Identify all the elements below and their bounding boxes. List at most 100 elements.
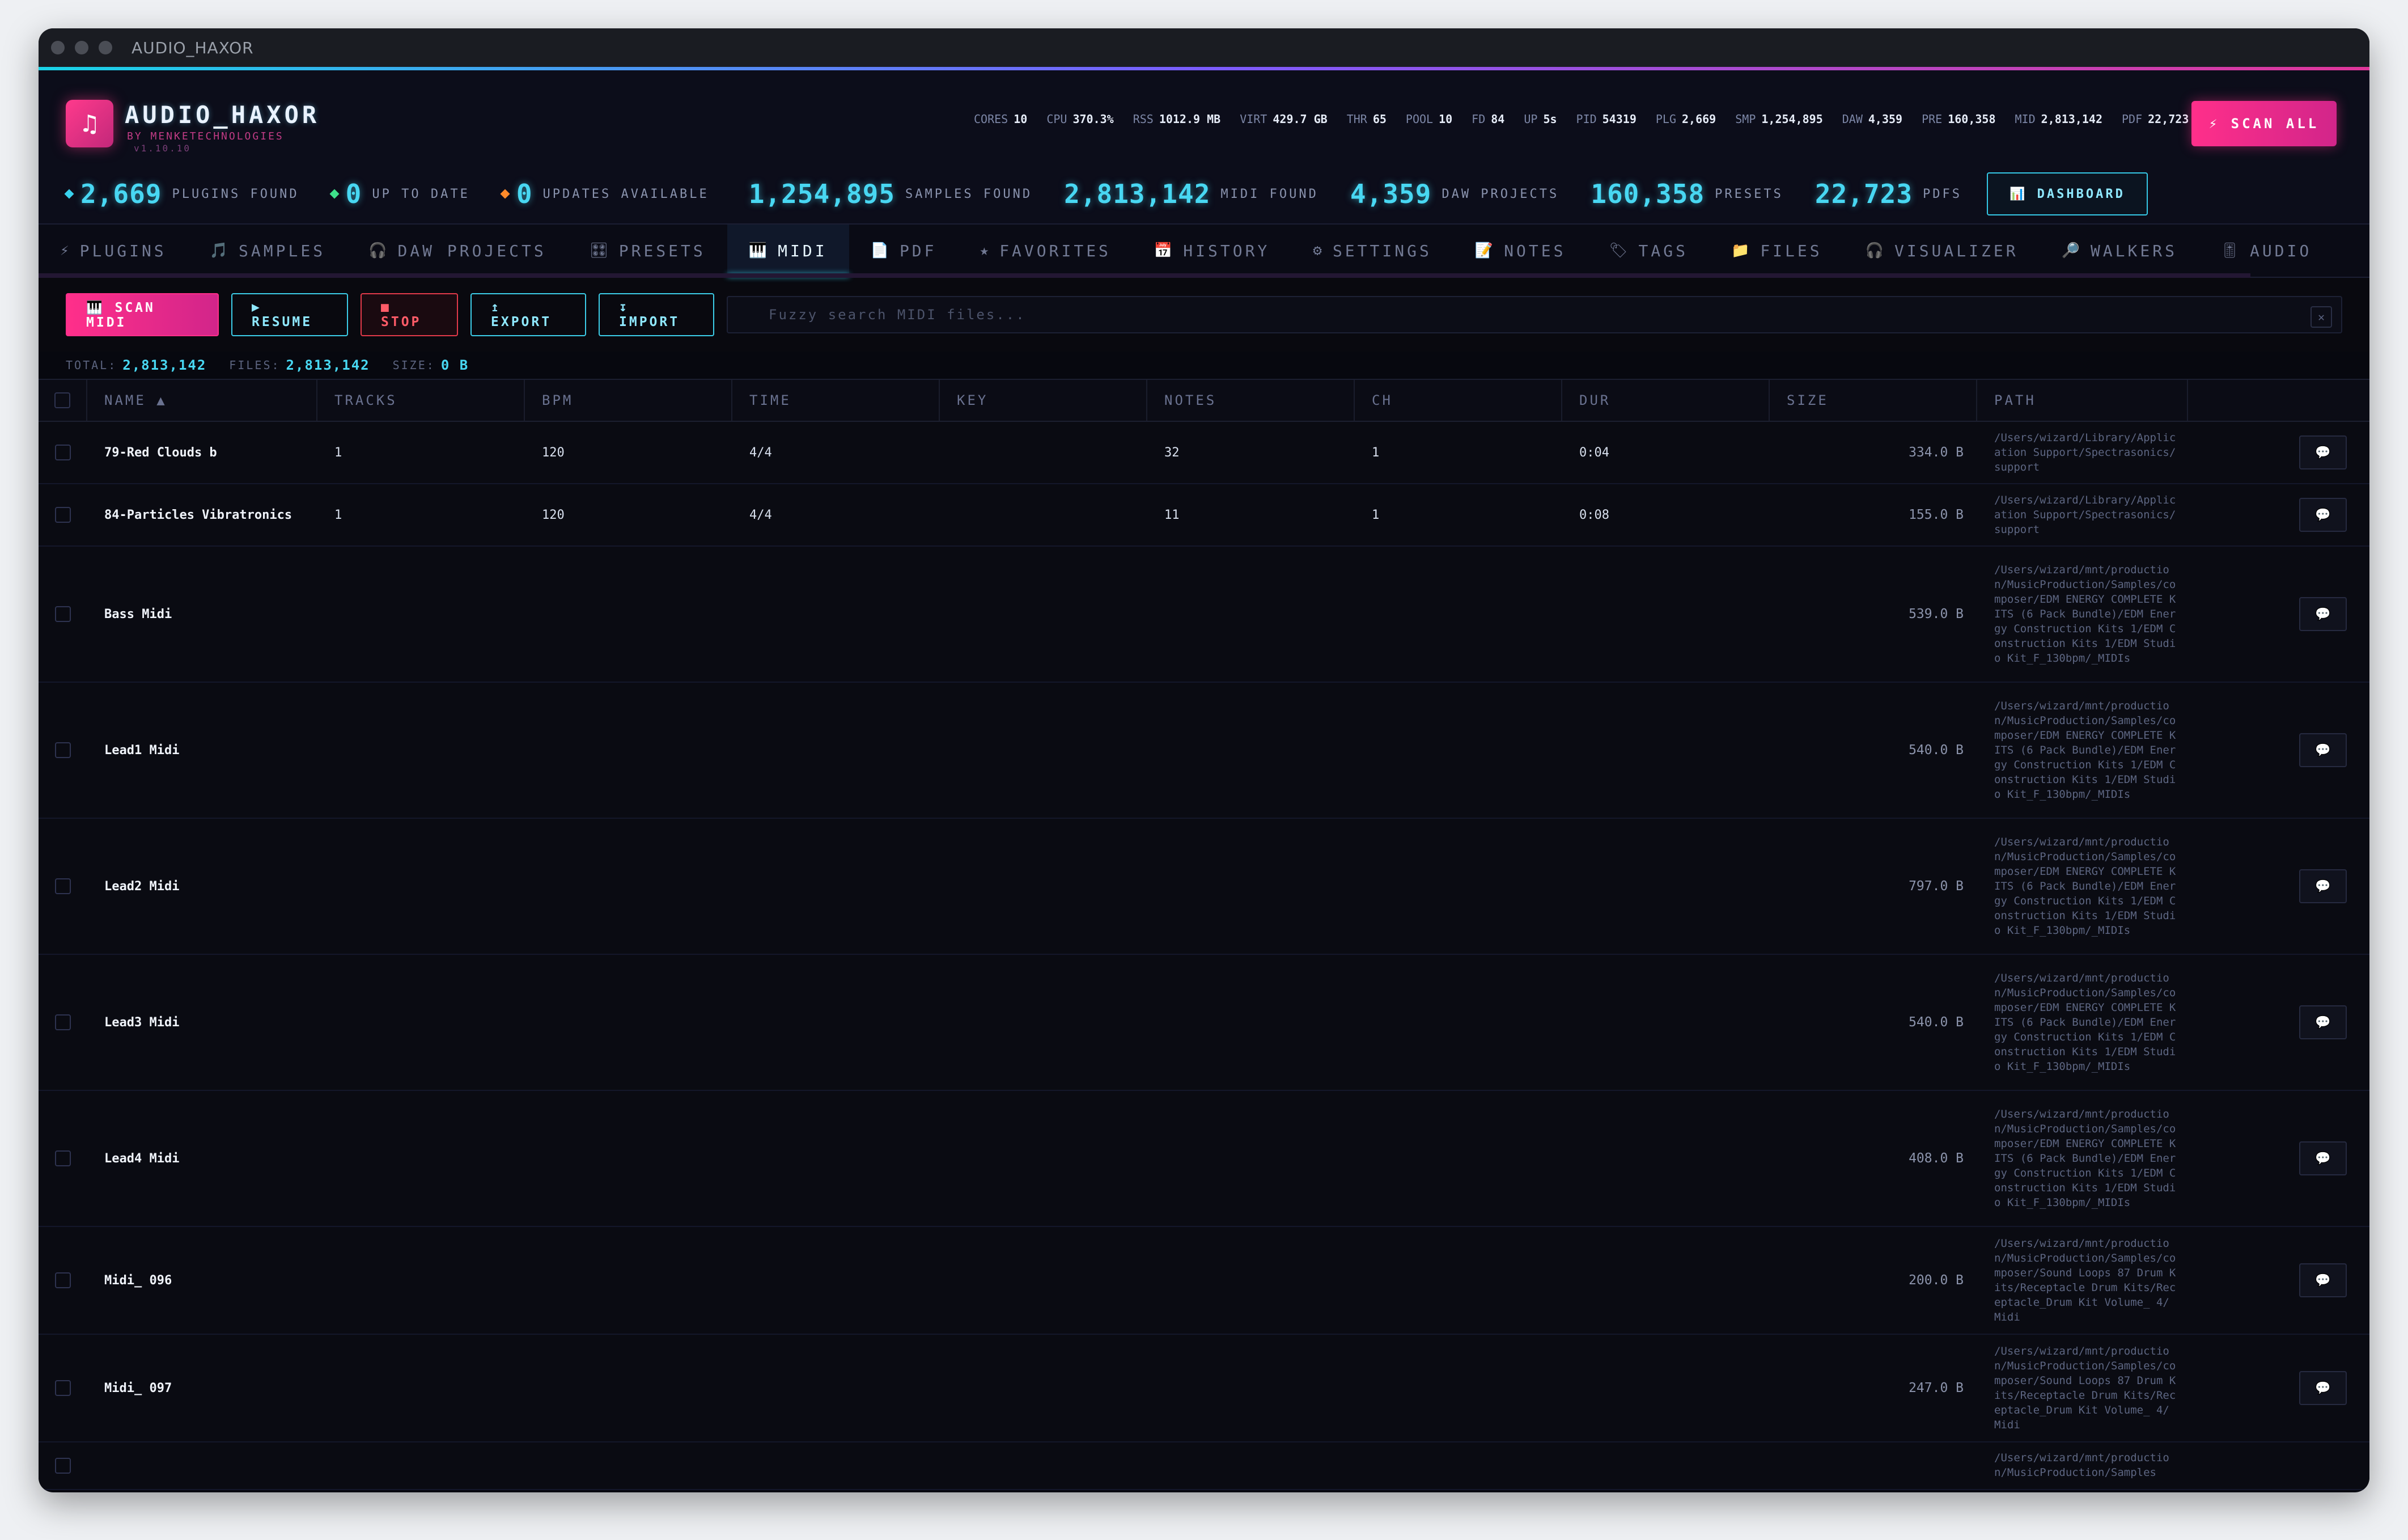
table-row[interactable]: Lead1 Midi 540.0 B/Users/wizard/mnt/produ… xyxy=(39,683,2369,819)
tab-audio[interactable]: 🎚 AUDIO xyxy=(2199,225,2333,277)
cell-ch: 1 xyxy=(1372,507,1380,522)
table-row[interactable]: /Users/wizard/mnt/production/MusicProduc… xyxy=(39,1442,2369,1490)
diamond-icon xyxy=(64,189,74,199)
row-comment-icon[interactable]: 💬 xyxy=(2299,435,2347,469)
row-comment-icon[interactable]: 💬 xyxy=(2299,1005,2347,1039)
cell-name: Lead4 Midi xyxy=(104,1151,180,1166)
column-header-tracks[interactable]: TRACKS xyxy=(317,380,525,421)
plugins-count-value: 2,669 xyxy=(80,179,162,209)
row-checkbox[interactable] xyxy=(55,606,71,622)
cell-notes: 32 xyxy=(1164,445,1180,460)
clear-search-icon[interactable]: ✕ xyxy=(2311,306,2332,328)
scan-all-button[interactable]: ⚡ SCAN ALL xyxy=(2191,101,2337,146)
tab-icon: 🎚 xyxy=(2220,242,2242,259)
pdfs-count-value: 22,723 xyxy=(1815,179,1913,209)
row-actions-cell: 💬 xyxy=(2188,1141,2369,1175)
table-row[interactable]: Midi_ 097 247.0 B/Users/wizard/mnt/produc… xyxy=(39,1335,2369,1442)
tab-walkers[interactable]: 🔎 WALKERS xyxy=(2040,225,2199,277)
sys-stat-pre: PRE 160,358 xyxy=(1922,112,1995,126)
row-actions-cell: 💬 xyxy=(2188,869,2369,903)
column-header-notes[interactable]: NOTES xyxy=(1147,380,1355,421)
resume-button[interactable]: ▶ RESUME xyxy=(231,293,348,336)
scan-midi-button[interactable]: 🎹 SCAN MIDI xyxy=(66,293,219,336)
table-row[interactable]: Bass Midi 539.0 B/Users/wizard/mnt/produc… xyxy=(39,547,2369,683)
table-row[interactable]: 84-Particles Vibratronics 1 120 4/4 11 1 0:08 1… xyxy=(39,484,2369,547)
row-checkbox[interactable] xyxy=(55,1272,71,1288)
table-row[interactable]: Lead2 Midi 797.0 B/Users/wizard/mnt/produ… xyxy=(39,819,2369,955)
row-checkbox[interactable] xyxy=(55,445,71,460)
close-window-button[interactable] xyxy=(51,41,65,54)
sys-stat-key: THR xyxy=(1346,112,1367,126)
row-comment-icon[interactable]: 💬 xyxy=(2299,1263,2347,1297)
table-row[interactable]: Lead4 Midi 408.0 B/Users/wizard/mnt/produ… xyxy=(39,1091,2369,1227)
tab-daw-projects[interactable]: 🎧 DAW PROJECTS xyxy=(347,225,568,277)
stop-button[interactable]: ■ STOP xyxy=(361,293,458,336)
cell-size: 539.0 B xyxy=(1909,607,1964,621)
tab-icon: 🎹 xyxy=(748,242,770,259)
row-checkbox[interactable] xyxy=(55,1380,71,1396)
column-header-dur[interactable]: DUR xyxy=(1562,380,1770,421)
daw-count: 4,359 DAW PROJECTS xyxy=(1350,179,1559,209)
row-comment-icon[interactable]: 💬 xyxy=(2299,498,2347,532)
row-comment-icon[interactable]: 💬 xyxy=(2299,733,2347,767)
column-header-size[interactable]: SIZE xyxy=(1770,380,1977,421)
diamond-icon xyxy=(329,189,340,199)
midi-search-input[interactable] xyxy=(768,306,2341,323)
row-select-cell xyxy=(39,445,87,460)
tab-plugins[interactable]: ⚡ PLUGINS xyxy=(39,225,188,277)
updates-count-value: 0 xyxy=(516,179,533,209)
tab-samples[interactable]: 🎵 SAMPLES xyxy=(188,225,347,277)
tab-settings[interactable]: ⚙ SETTINGS xyxy=(1291,225,1453,277)
app-window: AUDIO_HAXOR ♫ AUDIO_HAXOR BY MENKETECHNO… xyxy=(39,28,2369,1492)
row-comment-icon[interactable]: 💬 xyxy=(2299,1141,2347,1175)
column-header-ch[interactable]: CH xyxy=(1355,380,1562,421)
cell-path: /Users/wizard/Library/Application Suppor… xyxy=(1994,431,2176,473)
tab-files[interactable]: 📁 FILES xyxy=(1710,225,1844,277)
tab-history[interactable]: 📅 HISTORY xyxy=(1133,225,1291,277)
select-all-checkbox[interactable] xyxy=(54,392,70,408)
minimize-window-button[interactable] xyxy=(75,41,88,54)
cell-bpm: 120 xyxy=(542,507,565,522)
row-actions-cell: 💬 xyxy=(2188,733,2369,767)
cell-path: /Users/wizard/mnt/production/MusicProduc… xyxy=(1994,1237,2176,1323)
files-value: 2,813,142 xyxy=(286,357,370,373)
pdfs-count-label: PDFS xyxy=(1923,187,1962,201)
column-header-key[interactable]: KEY xyxy=(940,380,1147,421)
cell-bpm: 120 xyxy=(542,445,565,460)
row-checkbox[interactable] xyxy=(55,878,71,894)
cell-size: 408.0 B xyxy=(1909,1151,1964,1166)
tab-tags[interactable]: 🏷 TAGS xyxy=(1587,225,1709,277)
row-checkbox[interactable] xyxy=(55,1458,71,1474)
samples-count-label: SAMPLES FOUND xyxy=(905,187,1033,201)
sys-stat-cpu: CPU 370.3% xyxy=(1046,112,1113,126)
import-button[interactable]: ↧ IMPORT xyxy=(599,293,714,336)
column-header-name[interactable]: NAME ▲ xyxy=(87,380,317,421)
column-header-path[interactable]: PATH xyxy=(1977,380,2188,421)
row-checkbox[interactable] xyxy=(55,742,71,758)
row-comment-icon[interactable]: 💬 xyxy=(2299,869,2347,903)
updates-count: 0 UPDATES AVAILABLE xyxy=(500,179,709,209)
table-row[interactable]: Lead3 Midi 540.0 B/Users/wizard/mnt/produ… xyxy=(39,955,2369,1091)
tab-presets[interactable]: 🎛 PRESETS xyxy=(568,225,727,277)
tab-visualizer[interactable]: 🎧 VISUALIZER xyxy=(1844,225,2040,277)
dashboard-button[interactable]: 📊 DASHBOARD xyxy=(1987,172,2148,215)
column-header-bpm[interactable]: BPM xyxy=(525,380,732,421)
tab-notes[interactable]: 📝 NOTES xyxy=(1453,225,1588,277)
column-header-time[interactable]: TIME xyxy=(732,380,940,421)
app-version: v1.10.10 xyxy=(134,143,192,154)
tab-pdf[interactable]: 📄 PDF xyxy=(849,225,959,277)
sys-stat-value: 22,723 xyxy=(2148,112,2189,126)
row-checkbox[interactable] xyxy=(55,1014,71,1030)
row-comment-icon[interactable]: 💬 xyxy=(2299,597,2347,631)
updates-count-label: UPDATES AVAILABLE xyxy=(542,187,709,201)
tab-label: PRESETS xyxy=(618,241,706,260)
row-checkbox[interactable] xyxy=(55,507,71,523)
row-comment-icon[interactable]: 💬 xyxy=(2299,1371,2347,1405)
tab-midi[interactable]: 🎹 MIDI xyxy=(727,225,849,277)
zoom-window-button[interactable] xyxy=(99,41,112,54)
export-button[interactable]: ↥ EXPORT xyxy=(470,293,586,336)
tab-favorites[interactable]: ★ FAVORITES xyxy=(959,225,1133,277)
table-row[interactable]: Midi_ 096 200.0 B/Users/wizard/mnt/produc… xyxy=(39,1227,2369,1335)
table-row[interactable]: 79-Red Clouds b 1 120 4/4 32 1 0:04 334.0 B/Use… xyxy=(39,422,2369,484)
row-checkbox[interactable] xyxy=(55,1150,71,1166)
